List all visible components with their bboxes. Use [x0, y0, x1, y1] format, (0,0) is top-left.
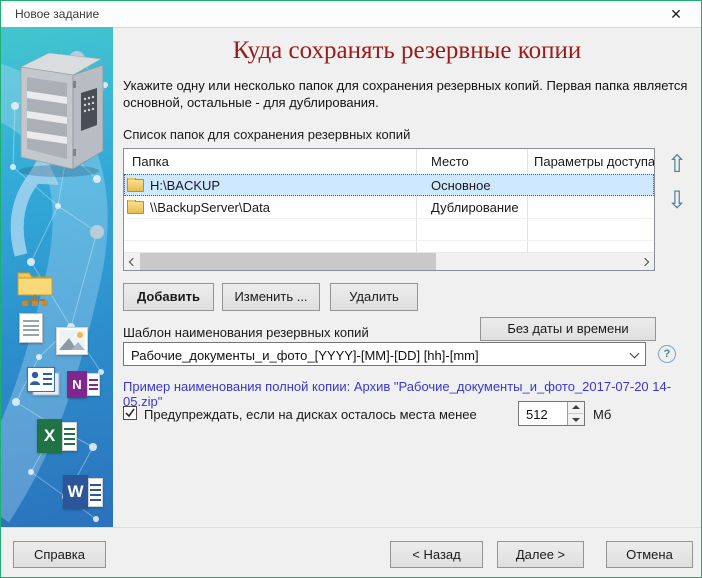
column-header-access: Параметры доступа — [527, 154, 654, 169]
chevron-down-icon[interactable] — [625, 343, 645, 365]
grid-line — [124, 218, 654, 219]
template-combobox[interactable] — [123, 342, 646, 366]
scroll-left-icon[interactable] — [124, 253, 140, 270]
table-row-selected[interactable]: H:\BACKUP Основное — [124, 174, 654, 196]
network-folder-icon — [15, 265, 55, 307]
spinner-buttons — [567, 402, 584, 425]
space-input[interactable] — [524, 403, 566, 426]
folder-icon — [127, 201, 144, 214]
template-input[interactable] — [129, 344, 613, 366]
close-icon[interactable]: ✕ — [661, 3, 691, 25]
edit-button[interactable]: Изменить ... — [222, 283, 320, 311]
window-title: Новое задание — [15, 7, 99, 21]
unit-label: Мб — [593, 407, 611, 422]
wizard-dialog: Новое задание ✕ — [0, 0, 702, 578]
spin-up-icon[interactable] — [568, 402, 583, 414]
no-datetime-button[interactable]: Без даты и времени — [480, 317, 656, 341]
horizontal-scrollbar-thumb[interactable] — [140, 253, 436, 270]
onenote-icon: N — [67, 371, 100, 398]
scroll-right-icon[interactable] — [638, 253, 654, 270]
folder-place: Основное — [416, 178, 527, 193]
page-title: Куда сохранять резервные копии — [113, 37, 701, 65]
document-icon — [19, 313, 43, 343]
grid-line — [124, 240, 654, 241]
template-label: Шаблон наименования резервных копий — [123, 325, 369, 340]
safe-icon — [9, 41, 105, 181]
example-text: Пример наименования полной копии: Архив … — [123, 379, 701, 409]
move-down-icon[interactable]: ⇩ — [664, 188, 690, 214]
help-icon[interactable]: ? — [658, 345, 676, 363]
next-button[interactable]: Далее > — [497, 541, 584, 568]
page-description: Укажите одну или несколько папок для сох… — [123, 77, 699, 111]
back-button[interactable]: < Назад — [390, 541, 483, 568]
word-letter: W — [67, 482, 83, 502]
delete-button[interactable]: Удалить — [330, 283, 418, 311]
photo-icon — [56, 327, 88, 355]
warn-label: Предупреждать, если на дисках осталось м… — [144, 407, 477, 422]
space-spinbox[interactable] — [518, 401, 585, 426]
title-bar: Новое задание ✕ — [1, 1, 701, 28]
sidebar-illustration: N X W — [1, 27, 113, 527]
footer-bar: Справка < Назад Далее > Отмена — [1, 527, 701, 578]
contacts-icon — [27, 367, 61, 397]
onenote-letter: N — [72, 377, 81, 392]
excel-icon: X — [37, 419, 77, 453]
add-button[interactable]: Добавить — [123, 283, 214, 311]
folder-path: \\BackupServer\Data — [150, 200, 270, 215]
cancel-button[interactable]: Отмена — [606, 541, 693, 568]
help-button[interactable]: Справка — [13, 541, 106, 568]
table-header: Папка Место Параметры доступа — [124, 149, 654, 174]
column-header-folder: Папка — [124, 154, 416, 169]
folder-place: Дублирование — [416, 200, 527, 215]
warn-checkbox[interactable] — [123, 406, 137, 420]
folder-icon — [127, 179, 144, 192]
word-icon: W — [63, 475, 103, 509]
move-up-icon[interactable]: ⇧ — [664, 152, 690, 178]
spin-down-icon[interactable] — [568, 414, 583, 425]
checkmark-icon — [125, 408, 135, 418]
horizontal-scrollbar[interactable] — [124, 252, 654, 270]
excel-letter: X — [44, 426, 55, 446]
folder-list: Папка Место Параметры доступа H:\BACKUP … — [123, 148, 655, 271]
folder-path: H:\BACKUP — [150, 178, 220, 193]
column-header-place: Место — [416, 154, 527, 169]
table-row[interactable]: \\BackupServer\Data Дублирование — [124, 196, 654, 218]
folder-list-label: Список папок для сохранения резервных ко… — [123, 127, 410, 142]
